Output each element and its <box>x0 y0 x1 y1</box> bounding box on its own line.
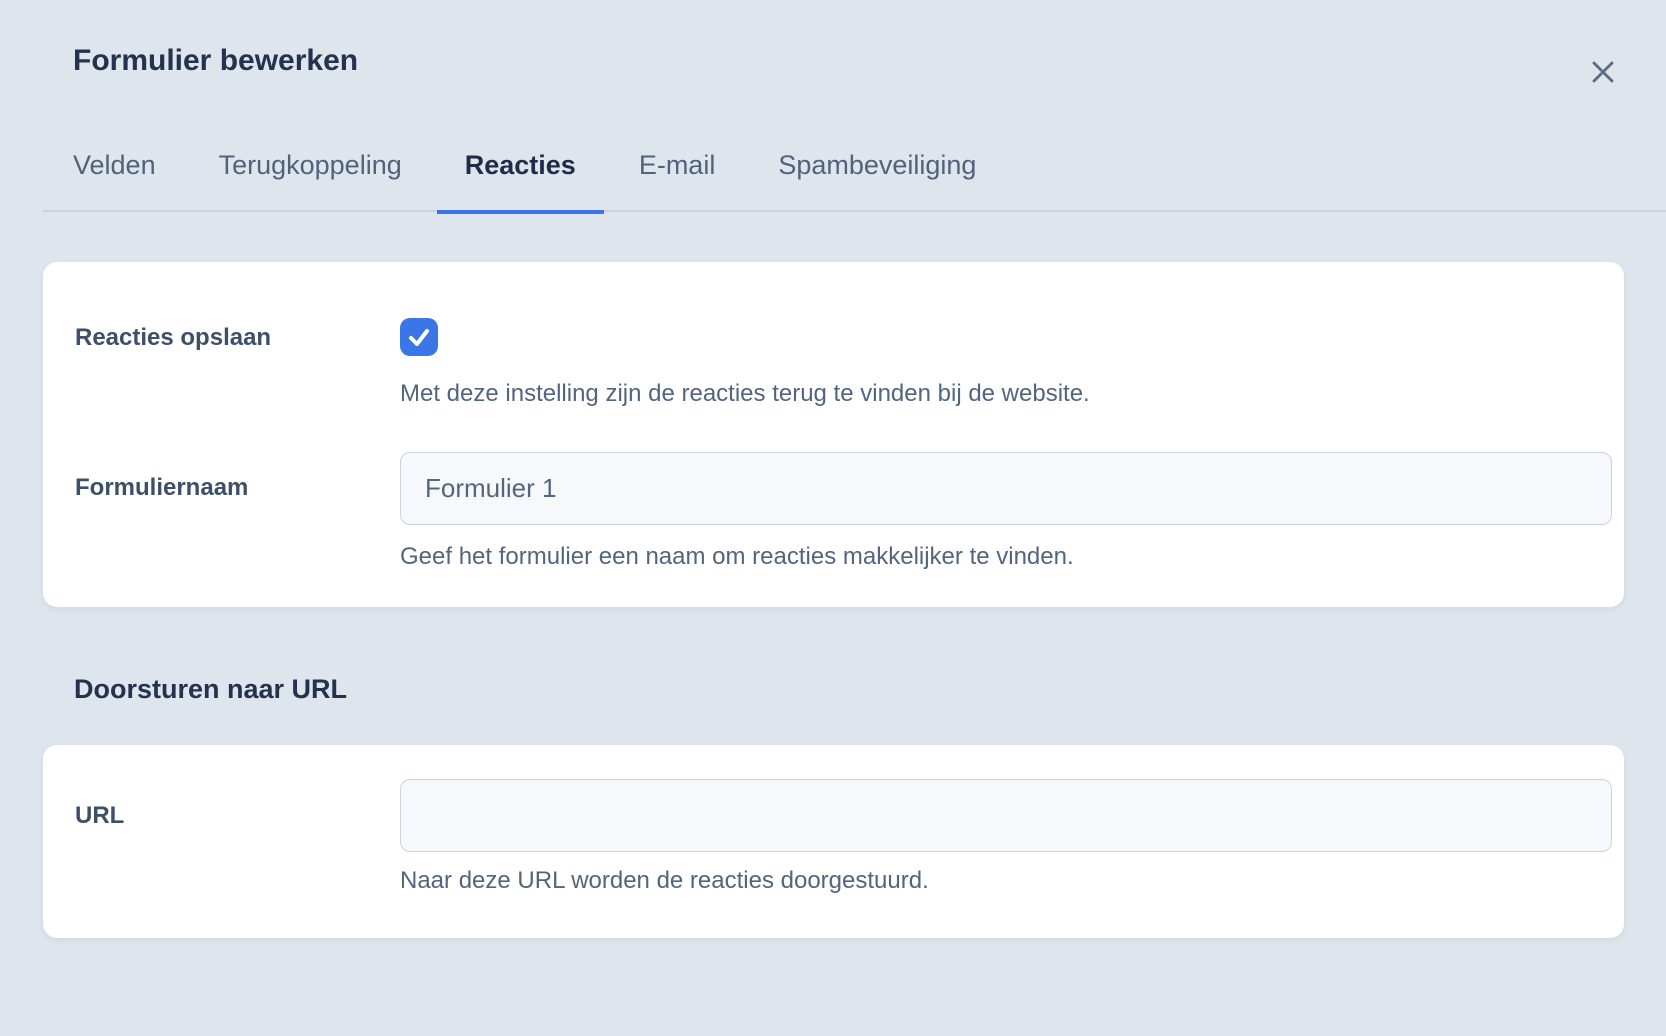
forward-section-heading: Doorsturen naar URL <box>74 674 347 705</box>
url-help: Naar deze URL worden de reacties doorges… <box>400 867 929 895</box>
close-button[interactable] <box>1584 53 1622 91</box>
forward-url-card: URL Naar deze URL worden de reacties doo… <box>43 745 1624 938</box>
form-name-help: Geef het formulier een naam om reacties … <box>400 543 1074 571</box>
url-label: URL <box>75 802 124 830</box>
form-name-input[interactable] <box>400 452 1612 525</box>
page-title: Formulier bewerken <box>73 44 358 78</box>
tab-reacties[interactable]: Reacties <box>437 148 604 214</box>
tab-bar: Velden Terugkoppeling Reacties E-mail Sp… <box>45 148 1004 214</box>
checkmark-icon <box>406 324 432 350</box>
close-icon <box>1590 59 1616 85</box>
tab-spambeveiliging[interactable]: Spambeveiliging <box>750 148 1004 214</box>
url-input[interactable] <box>400 779 1612 852</box>
save-responses-checkbox[interactable] <box>400 318 438 356</box>
form-edit-modal: { "colors": { "background": "#dee5ed", "… <box>0 0 1666 1036</box>
tab-terugkoppeling[interactable]: Terugkoppeling <box>191 148 430 214</box>
responses-card: Reacties opslaan Met deze instelling zij… <box>43 262 1624 607</box>
save-responses-label: Reacties opslaan <box>75 324 271 352</box>
tab-velden[interactable]: Velden <box>45 148 184 214</box>
tab-email[interactable]: E-mail <box>611 148 744 214</box>
save-responses-help: Met deze instelling zijn de reacties ter… <box>400 380 1090 408</box>
form-name-label: Formuliernaam <box>75 474 248 502</box>
